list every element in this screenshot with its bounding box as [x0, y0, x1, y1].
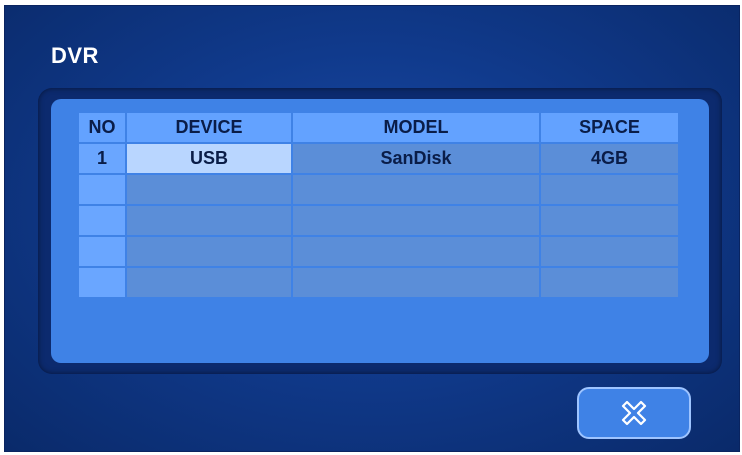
table-row[interactable] [79, 175, 678, 204]
cell-model [293, 206, 539, 235]
device-panel: NO DEVICE MODEL SPACE 1 USB SanDisk 4GB [51, 99, 709, 363]
cell-model [293, 268, 539, 297]
table-row[interactable]: 1 USB SanDisk 4GB [79, 144, 678, 173]
cell-space [541, 268, 678, 297]
cell-space [541, 175, 678, 204]
cell-space [541, 237, 678, 266]
table-header-row: NO DEVICE MODEL SPACE [79, 113, 678, 142]
close-icon [621, 400, 647, 426]
cell-no [79, 237, 125, 266]
cell-no: 1 [79, 144, 125, 173]
cell-space: 4GB [541, 144, 678, 173]
header-device: DEVICE [127, 113, 291, 142]
device-panel-frame: NO DEVICE MODEL SPACE 1 USB SanDisk 4GB [38, 88, 722, 374]
cell-device [127, 237, 291, 266]
table-row[interactable] [79, 237, 678, 266]
cell-device [127, 268, 291, 297]
header-model: MODEL [293, 113, 539, 142]
cell-no [79, 206, 125, 235]
cell-model [293, 237, 539, 266]
cell-device [127, 206, 291, 235]
cell-device [127, 175, 291, 204]
table-row[interactable] [79, 268, 678, 297]
cell-device[interactable]: USB [127, 144, 291, 173]
device-table: NO DEVICE MODEL SPACE 1 USB SanDisk 4GB [77, 111, 680, 299]
header-space: SPACE [541, 113, 678, 142]
cell-model [293, 175, 539, 204]
cell-model: SanDisk [293, 144, 539, 173]
header-no: NO [79, 113, 125, 142]
dvr-dialog: DVR NO DEVICE MODEL SPACE 1 USB SanDisk [4, 5, 740, 452]
table-row[interactable] [79, 206, 678, 235]
cell-no [79, 175, 125, 204]
cell-no [79, 268, 125, 297]
close-button[interactable] [577, 387, 691, 439]
dialog-title: DVR [51, 43, 99, 68]
cell-space [541, 206, 678, 235]
